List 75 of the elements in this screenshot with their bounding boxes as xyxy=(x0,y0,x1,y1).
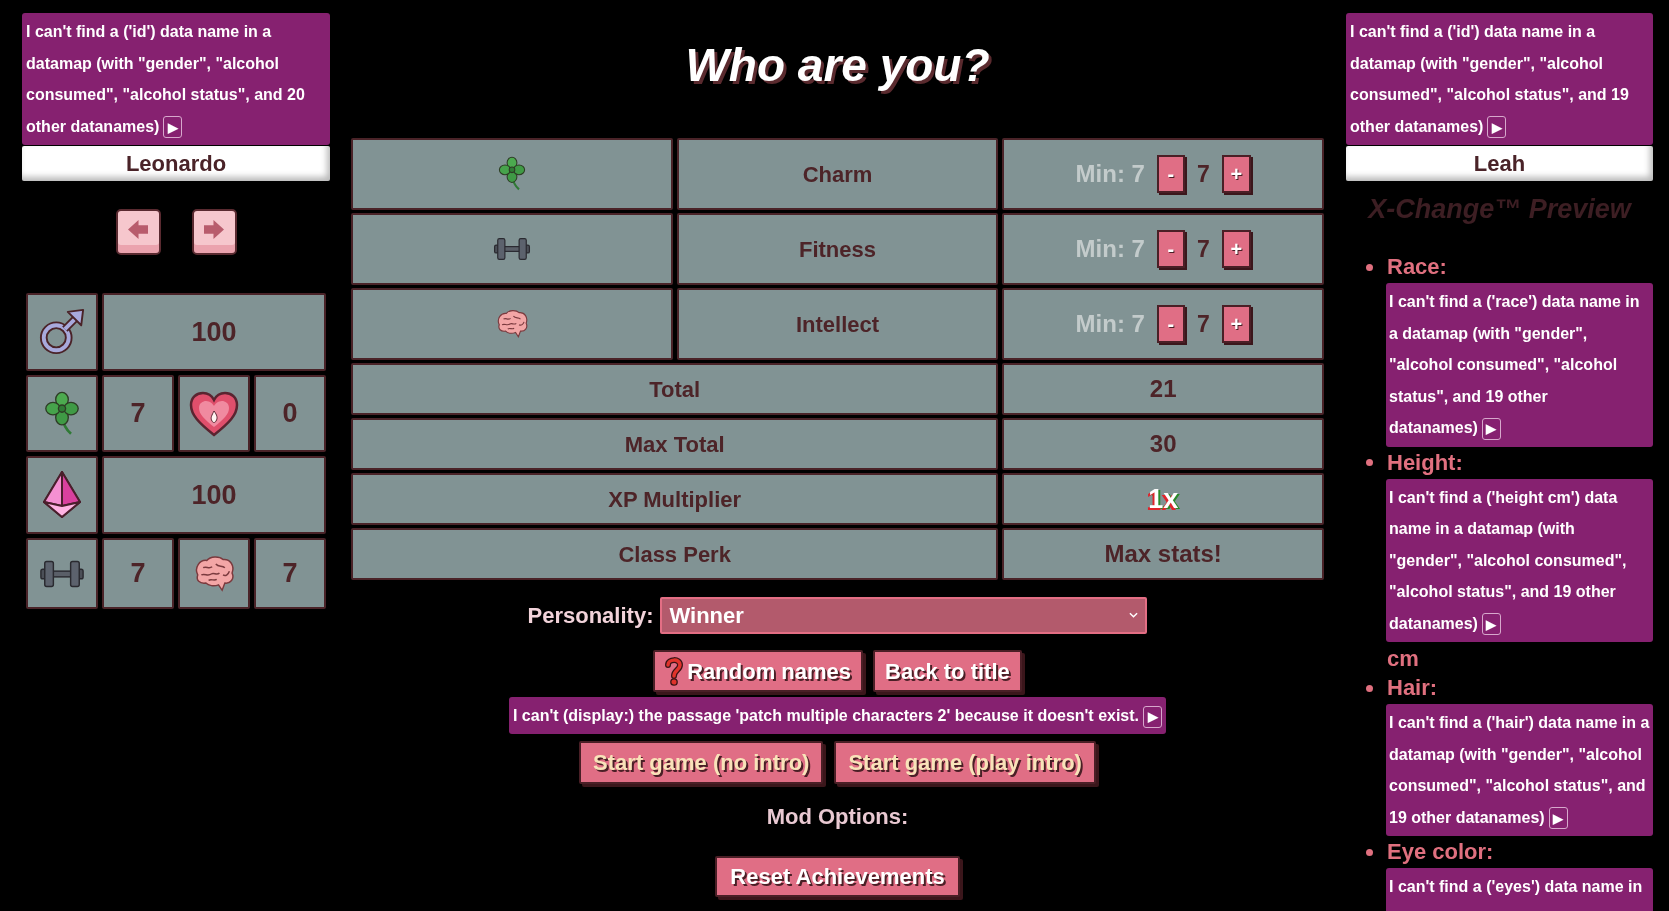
personality-select[interactable]: Winner xyxy=(660,597,1148,634)
personality-label: Personality: xyxy=(527,602,654,630)
minimum-label: Min: 7 xyxy=(1075,309,1145,339)
action-button[interactable]: Random names xyxy=(653,650,864,692)
stat-value: 7 xyxy=(1196,234,1210,264)
summary-label-cell: XP Multiplier xyxy=(351,473,999,525)
increase-button[interactable]: + xyxy=(1221,305,1251,343)
summary-label-cell: Max Total xyxy=(351,418,999,470)
error-message: I can't find a ('id') data name in a datamap (with "gender", "alcohol consumed", "alcohol status", and 19 other datanames) ▶ xyxy=(1350,16,1649,142)
clover-icon xyxy=(44,390,80,437)
gem-icon xyxy=(40,470,84,520)
summary-value-cell: 21 xyxy=(1002,363,1324,415)
page-title: Who are you? xyxy=(685,38,990,92)
value-cell: 7 xyxy=(254,538,326,609)
summary-value-cell: 1x xyxy=(1002,473,1324,525)
preview-heading: X-Change™ Preview xyxy=(1366,193,1633,225)
preview-label: Race: xyxy=(1387,254,1447,280)
stat-value: 7 xyxy=(1196,309,1210,339)
stat-name-cell: Intellect xyxy=(676,288,999,360)
summary-label-cell: Class Perk xyxy=(351,528,999,580)
increase-button[interactable]: + xyxy=(1221,230,1251,268)
expand-button[interactable]: ▶ xyxy=(1487,116,1507,139)
expand-button[interactable]: ▶ xyxy=(163,116,183,139)
error-message: I can't (display:) the passage 'patch multiple characters 2' because it doesn't exist. ▶ xyxy=(512,700,1163,731)
minimum-label: Min: 7 xyxy=(1075,159,1145,189)
name-field[interactable]: Leonardo xyxy=(22,146,330,181)
summary-value-cell: Max stats! xyxy=(1002,528,1324,580)
error-message: I can't find a ('hair') data name in a datamap (with "gender", "alcohol consumed", "alcohol status", and 19 other datanames) ▶ xyxy=(1389,707,1652,833)
stat-name-cell: Charm xyxy=(676,138,999,210)
action-button[interactable]: Back to title xyxy=(873,650,1022,692)
dumbbell-icon xyxy=(39,558,85,589)
unit-label: cm xyxy=(1387,646,1420,672)
increase-button[interactable]: + xyxy=(1221,155,1251,193)
bullet-icon xyxy=(1366,684,1373,692)
error-message: I can't find a ('race') data name in a datamap (with "gender", "alcohol consumed", "alcohol status", and 19 other datanames) ▶ xyxy=(1389,286,1652,444)
summary-label-cell: Total xyxy=(351,363,999,415)
expand-button[interactable]: ▶ xyxy=(1481,417,1501,440)
preview-label: Height: xyxy=(1387,449,1463,476)
stat-value: 7 xyxy=(1196,159,1210,189)
value-cell: 7 xyxy=(102,375,174,452)
decrease-button[interactable]: - xyxy=(1156,305,1185,343)
value-cell: 100 xyxy=(102,456,326,534)
start-game-button[interactable]: Start game (play intro) xyxy=(834,741,1096,784)
dumbbell-icon xyxy=(492,237,531,261)
preview-label: Eye color: xyxy=(1387,839,1494,865)
value-cell: 0 xyxy=(254,375,326,452)
arrow-left-icon xyxy=(128,219,148,239)
reset-achievements-button[interactable]: Reset Achievements xyxy=(715,856,960,897)
error-message: I can't find a ('eyes') data name in xyxy=(1389,877,1644,897)
next-button[interactable] xyxy=(191,209,237,255)
error-message: I can't find a ('id') data name in a datamap (with "gender", "alcohol consumed", "alcohol status", and 20 other datanames) ▶ xyxy=(26,16,326,142)
bullet-icon xyxy=(1366,459,1373,466)
name-field[interactable]: Leah xyxy=(1346,146,1653,181)
expand-button[interactable]: ▶ xyxy=(1481,613,1501,636)
male-symbol-icon xyxy=(38,308,86,356)
expand-button[interactable]: ▶ xyxy=(1143,705,1163,728)
chevron-down-icon xyxy=(1129,612,1139,618)
decrease-button[interactable]: - xyxy=(1156,155,1185,193)
previous-button[interactable] xyxy=(115,209,161,255)
arrow-right-icon xyxy=(204,219,224,239)
stat-name-cell: Fitness xyxy=(676,213,999,285)
clover-icon xyxy=(497,156,526,192)
expand-button[interactable]: ▶ xyxy=(1548,807,1568,830)
value-cell: 100 xyxy=(102,293,326,371)
decrease-button[interactable]: - xyxy=(1156,230,1185,268)
error-message: I can't find a ('height cm') data name in a datamap (with "gender", "alcohol consumed", "alcohol status", and 19 other datanames) ▶ xyxy=(1389,481,1652,639)
minimum-label: Min: 7 xyxy=(1075,234,1145,264)
bullet-icon xyxy=(1366,848,1373,856)
value-cell: 7 xyxy=(102,538,174,609)
bullet-icon xyxy=(1366,263,1373,271)
start-game-button[interactable]: Start game (no intro) xyxy=(579,741,824,784)
preview-label: Hair: xyxy=(1387,675,1438,701)
mod-options-heading: Mod Options: xyxy=(766,804,909,830)
summary-value-cell: 30 xyxy=(1002,418,1324,470)
heart-flame-icon xyxy=(189,390,239,437)
